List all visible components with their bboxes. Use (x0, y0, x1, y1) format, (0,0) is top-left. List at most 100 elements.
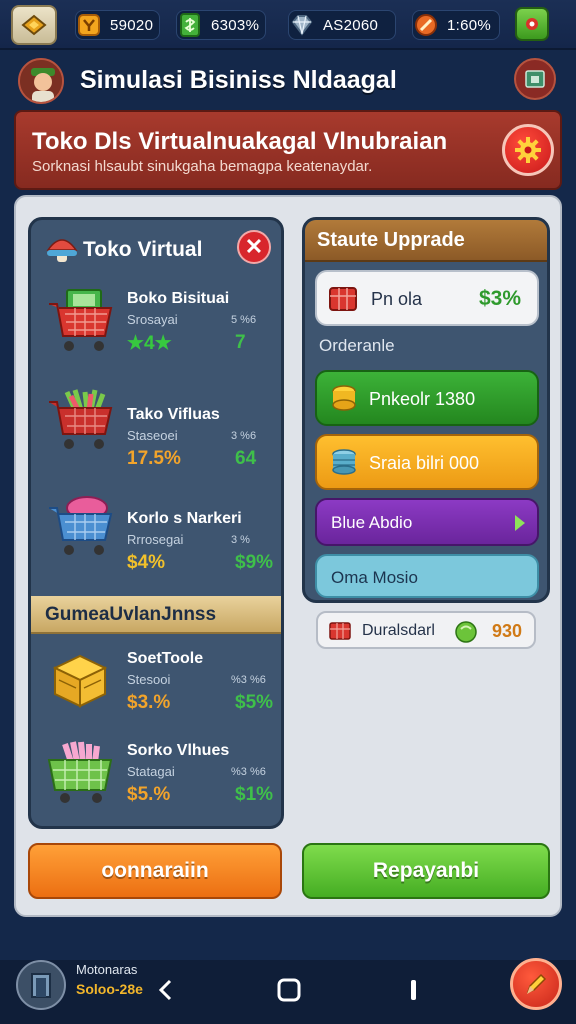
option-orange-label: Sraia bilri 000 (369, 453, 480, 473)
section-title: GumeaUvlanJnnss (45, 604, 217, 625)
store-item-value: ★4★ (127, 333, 172, 354)
upgrade-top-label: Pn ola (371, 289, 423, 309)
store-item[interactable]: Sorko Vlhues Statagai %3 %6 $5.% $1% (31, 730, 281, 826)
primary-green-button[interactable]: Repayanbi (302, 843, 550, 899)
stat-rocket: 1:60% (412, 10, 500, 40)
store-item-name: Sorko Vlhues (127, 742, 230, 759)
trophy-icon (72, 8, 106, 42)
store-item-small: %3 %6 (231, 674, 266, 686)
stat-cash-value: 6303% (211, 16, 260, 34)
store-item[interactable]: Boko Bisituai Srosayai 5 %6 ★4★ 7 (31, 272, 281, 372)
bottom-label-2: Soloo-28e (76, 981, 143, 997)
basket-icon (47, 741, 113, 803)
store-item-sub: Stesooi (127, 672, 171, 687)
settings-button[interactable] (502, 124, 554, 176)
store-item-value-2: 7 (235, 332, 246, 353)
mushroom-icon (46, 239, 78, 262)
crate-icon (52, 654, 108, 708)
store-item-name: Korlo s Narkeri (127, 510, 242, 527)
option-purple-label: Blue Abdio (331, 513, 413, 532)
chevron-right-icon (515, 515, 525, 531)
gem-icon (285, 8, 319, 42)
cash-icon (173, 8, 207, 42)
info-banner: Toko Dls Virtualnuakagal Vlnubraian Sork… (14, 110, 562, 190)
store-item-small: %3 %6 (231, 766, 266, 778)
shop-button[interactable] (515, 7, 549, 41)
option-purple[interactable]: Blue Abdio (315, 498, 539, 546)
chip-label: Duralsdarl (362, 622, 435, 639)
upgrade-top-item[interactable]: Pn ola $3% (315, 270, 539, 326)
avatar[interactable] (18, 58, 64, 104)
door-icon (31, 973, 51, 998)
banner-subtitle: Sorknasi hlsaubt sinukgaha bemagpa keate… (32, 158, 373, 175)
stack-icon (332, 449, 356, 475)
store-item-value: 17.5% (127, 448, 181, 469)
store-icon (525, 70, 545, 88)
option-blue-label: Oma Mosio (331, 568, 418, 587)
store-item[interactable]: SoetToole Stesooi %3 %6 $3.% $5% (31, 640, 281, 740)
store-item-value-2: $1% (235, 784, 274, 805)
primary-orange-button[interactable]: oonnaraiin (28, 843, 282, 899)
cart-icon (49, 496, 113, 555)
store-panel: Toko Virtual ✕ Boko Bisituai Srosayai 5 … (28, 217, 284, 829)
store-panel-title: Toko Virtual (83, 238, 203, 261)
store-item-sub: Statagai (127, 764, 175, 779)
close-icon: ✕ (244, 234, 264, 259)
inventory-button[interactable] (16, 960, 66, 1010)
stat-cash: 6303% (176, 10, 266, 40)
recents-icon[interactable] (408, 978, 420, 1002)
upgrade-panel: Staute Upprade Pn ola $3% Orderanle Pnke… (302, 217, 550, 603)
stat-gem-value: AS2060 (323, 16, 379, 34)
primary-green-label: Repayanbi (372, 859, 480, 882)
store-item-name: Boko Bisituai (127, 290, 230, 307)
option-blue[interactable]: Oma Mosio (315, 554, 539, 598)
close-button[interactable]: ✕ (237, 230, 271, 264)
primary-orange-label: oonnaraiin (101, 859, 209, 882)
store-item[interactable]: Korlo s Narkeri Rrrosegai 3 % $4% $9% (31, 478, 281, 578)
store-item-small: 3 %6 (231, 430, 257, 442)
option-orange[interactable]: Sraia bilri 000 (315, 434, 539, 490)
store-item-name: SoetToole (127, 650, 204, 667)
store-item-sub: Srosayai (127, 312, 178, 327)
option-green[interactable]: Pnkeolr 1380 (315, 370, 539, 426)
stat-gem: AS2060 (288, 10, 396, 40)
store-item[interactable]: Tako Vifluas Staseoei 3 %6 17.5% 64 (31, 372, 281, 472)
app-title: Simulasi Bisiniss Nldaagal (80, 66, 397, 94)
stat-rocket-value: 1:60% (447, 16, 492, 34)
store-item-value: $3.% (127, 692, 171, 713)
store-item-small: 3 % (231, 534, 250, 546)
store-item-value-2: 64 (235, 448, 257, 469)
back-icon[interactable] (156, 978, 176, 1002)
store-item-small: 5 %6 (231, 314, 257, 326)
store-item-value: $4% (127, 552, 166, 573)
pencil-icon (526, 973, 547, 994)
option-green-label: Pnkeolr 1380 (369, 389, 476, 409)
section-header: GumeaUvlanJnnss (31, 596, 281, 634)
store-button[interactable] (514, 58, 556, 100)
store-item-sub: Staseoei (127, 428, 178, 443)
store-item-name: Tako Vifluas (127, 406, 220, 423)
order-label: Orderanle (319, 336, 395, 355)
main-panel: Toko Virtual ✕ Boko Bisituai Srosayai 5 … (14, 195, 562, 917)
cart-icon (49, 389, 113, 449)
gear-icon (515, 137, 541, 163)
store-item-sub: Rrrosegai (127, 532, 184, 547)
chip-value: 930 (492, 621, 523, 641)
top-status-bar: 59020 6303% AS2060 1:60% (0, 0, 576, 50)
bottom-nav: Motonaras Soloo-28e (0, 958, 576, 1024)
coins-icon (332, 385, 356, 411)
shop-icon (526, 18, 538, 30)
resource-chip[interactable]: Duralsdarl 930 (316, 611, 536, 649)
bottom-label-1: Motonaras (76, 962, 138, 977)
store-item-value-2: $5% (235, 692, 274, 713)
menu-button[interactable] (11, 5, 57, 45)
lime-icon (455, 621, 477, 643)
home-icon[interactable] (276, 978, 302, 1002)
box-icon (329, 622, 351, 640)
shopkeeper-icon (20, 60, 62, 102)
upgrade-panel-title: Staute Upprade (317, 229, 465, 251)
rocket-icon (409, 8, 443, 42)
edit-button[interactable] (510, 958, 562, 1010)
store-item-value-2: $9% (235, 552, 274, 573)
store-item-value: $5.% (127, 784, 171, 805)
